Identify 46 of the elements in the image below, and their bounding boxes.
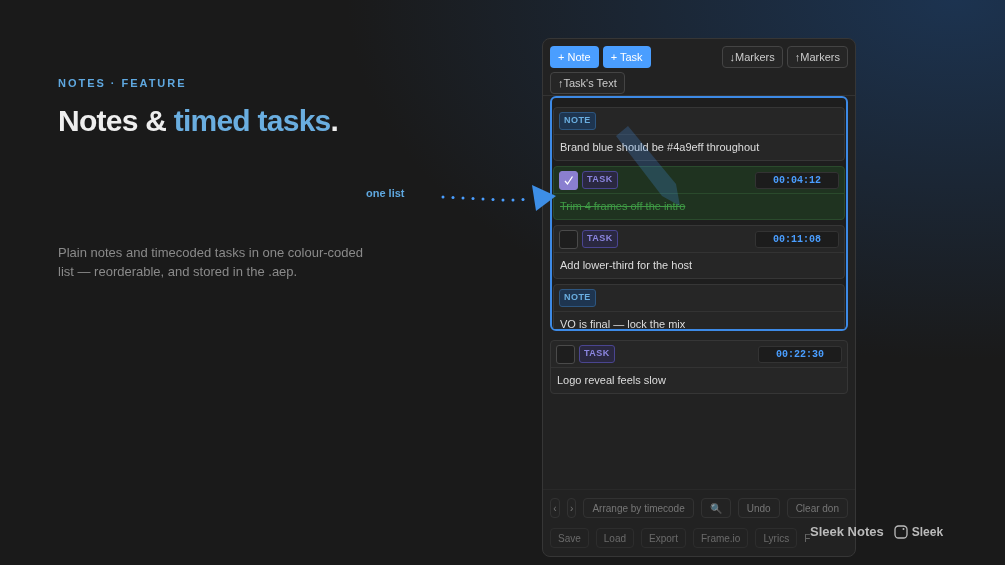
eyebrow-label: NOTES · FEATURE (58, 76, 188, 91)
item-text: Logo reveal feels slow (556, 373, 667, 389)
check-icon (563, 174, 574, 186)
toolbar-label: F (804, 532, 811, 546)
markers-button[interactable]: ↓Markers (721, 46, 783, 68)
toolbar-button[interactable]: Load (595, 528, 635, 548)
toolbar-button[interactable]: Undo (737, 498, 780, 518)
toolbar-button[interactable]: Clear don (786, 498, 848, 518)
nav-button[interactable]: ‹ (550, 498, 560, 518)
item-text: Brand blue should be #4a9eff throughout (559, 140, 761, 156)
note-card[interactable]: NOTE VO is final — lock the mix (553, 284, 845, 329)
note-tag: NOTE (559, 289, 596, 307)
task-card[interactable]: TASK 00:22:30 Logo reveal feels slow (550, 340, 848, 394)
task-card[interactable]: TASK 00:04:12 Trim 4 frames off the intro (553, 166, 845, 220)
checkbox[interactable] (556, 344, 575, 364)
sort-button[interactable]: ↑Task's Text (550, 72, 625, 94)
add-button[interactable]: + Task (602, 46, 651, 68)
toolbar-button[interactable]: 🔍 (700, 498, 731, 518)
task-tag: TASK (579, 345, 615, 363)
logo-text: Sleek (911, 523, 944, 541)
description: Plain notes and timecoded tasks in one colour-coded list — reorderable, and stored in the .aep. (58, 243, 364, 281)
callout-label: one list (366, 186, 405, 201)
toolbar-button[interactable]: Arrange by timecode (583, 498, 694, 518)
timecode: 00:04:12 (755, 171, 839, 189)
toolbar-button[interactable]: Lyrics (755, 528, 798, 548)
task-tag: TASK (582, 230, 618, 248)
checkbox[interactable] (559, 170, 578, 190)
checkbox[interactable] (559, 229, 578, 249)
task-tag: TASK (582, 171, 618, 189)
item-text: Add lower-third for the host (559, 258, 694, 274)
item-text: Trim 4 frames off the intro (559, 199, 687, 215)
toolbar-button[interactable]: Export (641, 528, 686, 548)
item-text: VO is final — lock the mix (559, 317, 687, 329)
nav-button[interactable]: › (566, 498, 577, 518)
timecode: 00:22:30 (758, 345, 842, 363)
timecode: 00:11:08 (755, 230, 839, 248)
markers-button[interactable]: ↑Markers (786, 46, 848, 68)
toolbar-button[interactable]: Save (550, 528, 589, 548)
add-button[interactable]: + Note (550, 46, 599, 68)
product-name: Sleek Notes (810, 523, 884, 539)
task-card[interactable]: TASK 00:11:08 Add lower-third for the host (553, 225, 845, 279)
note-tag: NOTE (559, 112, 596, 130)
toolbar-button[interactable]: Frame.io (692, 528, 749, 548)
logo-icon (893, 524, 908, 539)
headline: Notes & timed tasks. (58, 102, 340, 139)
note-card[interactable]: NOTE Brand blue should be #4a9eff throughout (553, 107, 845, 161)
